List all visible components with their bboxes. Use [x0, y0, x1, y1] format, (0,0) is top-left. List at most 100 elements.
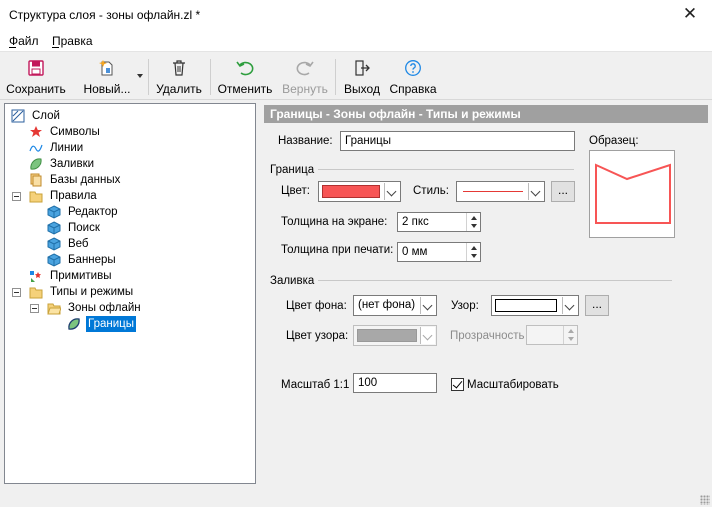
screen-width-label: Толщина на экране:: [281, 216, 388, 228]
transparency-spinner[interactable]: [526, 325, 578, 345]
tree-item-editor[interactable]: Редактор: [47, 204, 167, 220]
color-label: Цвет:: [281, 185, 310, 197]
chevron-down-icon[interactable]: [528, 183, 543, 200]
print-width-spinner[interactable]: 0 мм: [397, 242, 481, 262]
menu-file-underline: [9, 47, 16, 48]
trash-icon: [173, 60, 185, 76]
bg-color-select[interactable]: (нет фона): [353, 295, 437, 316]
bg-color-value: (нет фона): [358, 299, 416, 311]
expand-toggle-types[interactable]: [12, 288, 21, 297]
spinner-arrows[interactable]: [466, 243, 480, 261]
chevron-down-icon[interactable]: [420, 327, 435, 344]
tree-item-fills[interactable]: Заливки: [29, 156, 149, 172]
tree-label: Заливки: [50, 158, 95, 170]
transparency-label: Прозрачность: [450, 330, 525, 342]
tree-item-lines[interactable]: Линии: [29, 140, 149, 156]
new-dropdown-arrow[interactable]: [137, 74, 143, 78]
tree-item-symbols[interactable]: Символы: [29, 124, 149, 140]
chevron-down-icon[interactable]: [420, 297, 435, 314]
tree-item-databases[interactable]: Базы данных: [29, 172, 169, 188]
expand-toggle-rules[interactable]: [12, 192, 21, 201]
tree-item-offline-zones[interactable]: Зоны офлайн: [47, 300, 187, 316]
help-button[interactable]: Справка: [387, 55, 439, 98]
cube-icon: [47, 205, 61, 219]
redo-icon: [296, 61, 314, 76]
tree-label: Зоны офлайн: [68, 302, 141, 314]
pattern-select[interactable]: [491, 295, 579, 316]
pattern-label: Узор:: [451, 300, 479, 312]
redo-button[interactable]: Вернуть: [280, 55, 330, 98]
tree-item-rules[interactable]: Правила: [29, 188, 149, 204]
exit-icon: [355, 60, 370, 76]
redo-label: Вернуть: [282, 82, 328, 96]
tree-item-types-modes[interactable]: Типы и режимы: [29, 284, 169, 300]
menu-edit-underline: [52, 47, 59, 48]
tree-label: Примитивы: [50, 270, 112, 282]
spinner-arrows[interactable]: [563, 326, 577, 344]
tree-label: Поиск: [68, 222, 100, 234]
fill-icon: [68, 318, 80, 330]
folder-open-icon: [47, 303, 61, 315]
pattern-more-button[interactable]: ...: [585, 295, 609, 316]
close-icon[interactable]: ✕: [678, 3, 702, 25]
fill-icon: [30, 158, 42, 170]
window-title: Структура слоя - зоны офлайн.zl *: [9, 8, 201, 22]
undo-icon: [236, 61, 254, 76]
folder-icon: [29, 191, 43, 203]
name-input[interactable]: Границы: [340, 131, 575, 151]
scale-input[interactable]: 100: [353, 373, 437, 393]
chevron-down-icon[interactable]: [384, 183, 399, 200]
chevron-down-icon[interactable]: [562, 297, 577, 314]
fill-group-divider: [318, 280, 672, 281]
menu-bar: Файл Правка: [0, 30, 712, 52]
new-label: Новый...: [83, 82, 131, 96]
scale-label: Масштаб 1:1: [281, 379, 350, 391]
new-file-icon: [99, 60, 113, 76]
primitives-icon: [30, 271, 41, 282]
pattern-color-label: Цвет узора:: [286, 330, 349, 342]
border-color-swatch: [322, 185, 380, 198]
tree-label: Редактор: [68, 206, 118, 218]
new-button[interactable]: Новый...: [80, 55, 134, 98]
toolbar-separator: [335, 59, 336, 95]
title-bar: Структура слоя - зоны офлайн.zl * ✕: [0, 0, 712, 30]
layer-icon: [11, 109, 25, 123]
cube-icon: [47, 221, 61, 235]
delete-button[interactable]: Удалить: [152, 55, 206, 98]
help-label: Справка: [389, 82, 437, 96]
help-icon: [405, 60, 421, 76]
tree-item-web[interactable]: Веб: [47, 236, 167, 252]
star-icon: [30, 126, 42, 137]
border-group-divider: [318, 169, 574, 170]
expand-toggle-offline-zones[interactable]: [30, 304, 39, 313]
sample-preview: [589, 150, 675, 238]
tree-item-root[interactable]: Слой: [11, 108, 131, 124]
menu-edit[interactable]: Правка: [52, 34, 93, 48]
border-style-select[interactable]: [456, 181, 545, 202]
undo-button[interactable]: Отменить: [214, 55, 276, 98]
spinner-arrows[interactable]: [466, 213, 480, 231]
toolbar-separator: [148, 59, 149, 95]
tree-label: Веб: [68, 238, 89, 250]
layer-tree[interactable]: Слой Символы Линии Заливки Базы данных П…: [4, 103, 256, 484]
tree-item-search[interactable]: Поиск: [47, 220, 167, 236]
tree-item-primitives[interactable]: Примитивы: [29, 268, 149, 284]
screen-width-spinner[interactable]: 2 пкс: [397, 212, 481, 232]
tree-label: Правила: [50, 190, 97, 202]
tree-item-borders[interactable]: Границы: [67, 316, 187, 332]
border-color-select[interactable]: [318, 181, 401, 202]
scale-checkbox[interactable]: [451, 378, 464, 391]
exit-button[interactable]: Выход: [340, 55, 384, 98]
pattern-color-select[interactable]: [353, 325, 437, 346]
exit-label: Выход: [344, 82, 380, 96]
fill-group-label: Заливка: [270, 275, 315, 287]
tree-item-banners[interactable]: Баннеры: [47, 252, 167, 268]
database-icon: [30, 173, 42, 187]
panel-header: Границы - Зоны офлайн - Типы и режимы: [264, 105, 708, 123]
tree-label: Символы: [50, 126, 100, 138]
border-style-more-button[interactable]: ...: [551, 181, 575, 202]
sample-shape: [595, 163, 671, 224]
resize-grip-icon[interactable]: [700, 495, 710, 505]
menu-file[interactable]: Файл: [9, 34, 39, 48]
save-button[interactable]: Сохранить: [4, 55, 68, 98]
